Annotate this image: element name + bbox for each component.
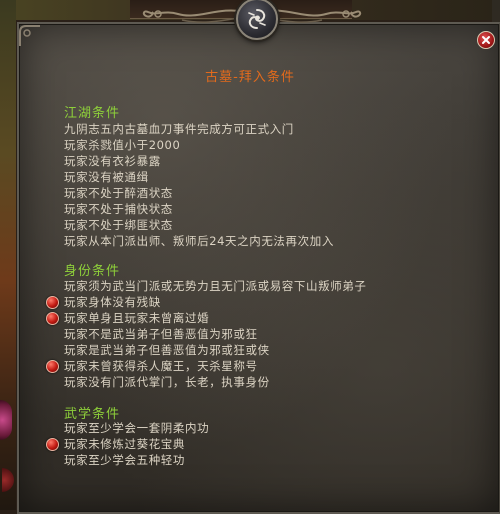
list-item: 玩家未修炼过葵花宝典 (46, 436, 209, 452)
requirement-text: 玩家不处于绑匪状态 (64, 218, 173, 232)
requirement-text: 玩家从本门派出师、叛师后24天之内无法再次加入 (64, 234, 334, 248)
list-item: 玩家不处于绑匪状态 (64, 217, 334, 233)
requirement-text: 玩家须为武当门派或无势力且无门派或易容下山叛师弟子 (64, 279, 367, 293)
section-heading-jianghu: 江湖条件 (64, 106, 121, 121)
list-item: 玩家没有衣衫暴露 (64, 153, 334, 169)
list-item: 玩家至少学会五种轻功 (64, 452, 209, 468)
requirement-text: 玩家不是武当弟子但善恶值为邪或狂 (64, 327, 258, 341)
list-item: 玩家从本门派出师、叛师后24天之内无法再次加入 (64, 233, 334, 249)
list-item: 玩家须为武当门派或无势力且无门派或易容下山叛师弟子 (64, 278, 367, 294)
header-scroll-ornament-left (142, 9, 247, 23)
unmet-requirement-bullet-icon (46, 296, 59, 309)
list-item: 玩家没有被通缉 (64, 169, 334, 185)
requirement-text: 九阴志五内古墓血刀事件完成方可正式入门 (64, 122, 294, 136)
requirement-text: 玩家没有被通缉 (64, 170, 149, 184)
requirement-text: 玩家身体没有残缺 (64, 295, 161, 309)
close-button[interactable] (477, 31, 495, 49)
unmet-requirement-bullet-icon (46, 360, 59, 373)
list-item: 玩家不处于醉酒状态 (64, 185, 334, 201)
martial-requirements-list: 玩家至少学会一套阴柔内功 玩家未修炼过葵花宝典 玩家至少学会五种轻功 (46, 420, 209, 468)
list-item: 九阴志五内古墓血刀事件完成方可正式入门 (64, 121, 334, 137)
hud-orb-ornament (0, 400, 12, 440)
requirement-text: 玩家至少学会一套阴柔内功 (64, 421, 210, 435)
requirement-text: 玩家至少学会五种轻功 (64, 453, 185, 467)
swirl-emblem-icon (236, 0, 278, 40)
panel-title: 古墓-拜入条件 (205, 70, 295, 85)
jianghu-requirements-list: 九阴志五内古墓血刀事件完成方可正式入门 玩家杀戮值小于2000 玩家没有衣衫暴露… (64, 121, 334, 249)
requirement-text: 玩家没有门派代掌门，长老，执事身份 (64, 375, 270, 389)
requirement-text: 玩家是武当弟子但善恶值为邪或狂或侠 (64, 343, 270, 357)
requirement-text: 玩家未修炼过葵花宝典 (64, 437, 185, 451)
close-icon (482, 36, 490, 44)
list-item: 玩家身体没有残缺 (46, 294, 367, 310)
unmet-requirement-bullet-icon (46, 312, 59, 325)
list-item: 玩家未曾获得杀人魔王，天杀星称号 (46, 358, 367, 374)
list-item: 玩家单身且玩家未曾离过婚 (46, 310, 367, 326)
list-item: 玩家杀戮值小于2000 (64, 137, 334, 153)
requirement-text: 玩家不处于醉酒状态 (64, 186, 173, 200)
requirement-text: 玩家杀戮值小于2000 (64, 138, 181, 152)
requirement-text: 玩家不处于捕快状态 (64, 202, 173, 216)
unmet-requirement-bullet-icon (46, 438, 59, 451)
section-heading-identity: 身份条件 (64, 264, 121, 279)
requirement-text: 玩家未曾获得杀人魔王，天杀星称号 (64, 359, 258, 373)
list-item: 玩家不处于捕快状态 (64, 201, 334, 217)
corner-ornament-icon (19, 25, 40, 46)
list-item: 玩家至少学会一套阴柔内功 (64, 420, 209, 436)
list-item: 玩家没有门派代掌门，长老，执事身份 (64, 374, 367, 390)
list-item: 玩家不是武当弟子但善恶值为邪或狂 (64, 326, 367, 342)
requirement-text: 玩家单身且玩家未曾离过婚 (64, 311, 210, 325)
requirement-text: 玩家没有衣衫暴露 (64, 154, 161, 168)
identity-requirements-list: 玩家须为武当门派或无势力且无门派或易容下山叛师弟子 玩家身体没有残缺 玩家单身且… (46, 278, 367, 390)
list-item: 玩家是武当弟子但善恶值为邪或狂或侠 (64, 342, 367, 358)
